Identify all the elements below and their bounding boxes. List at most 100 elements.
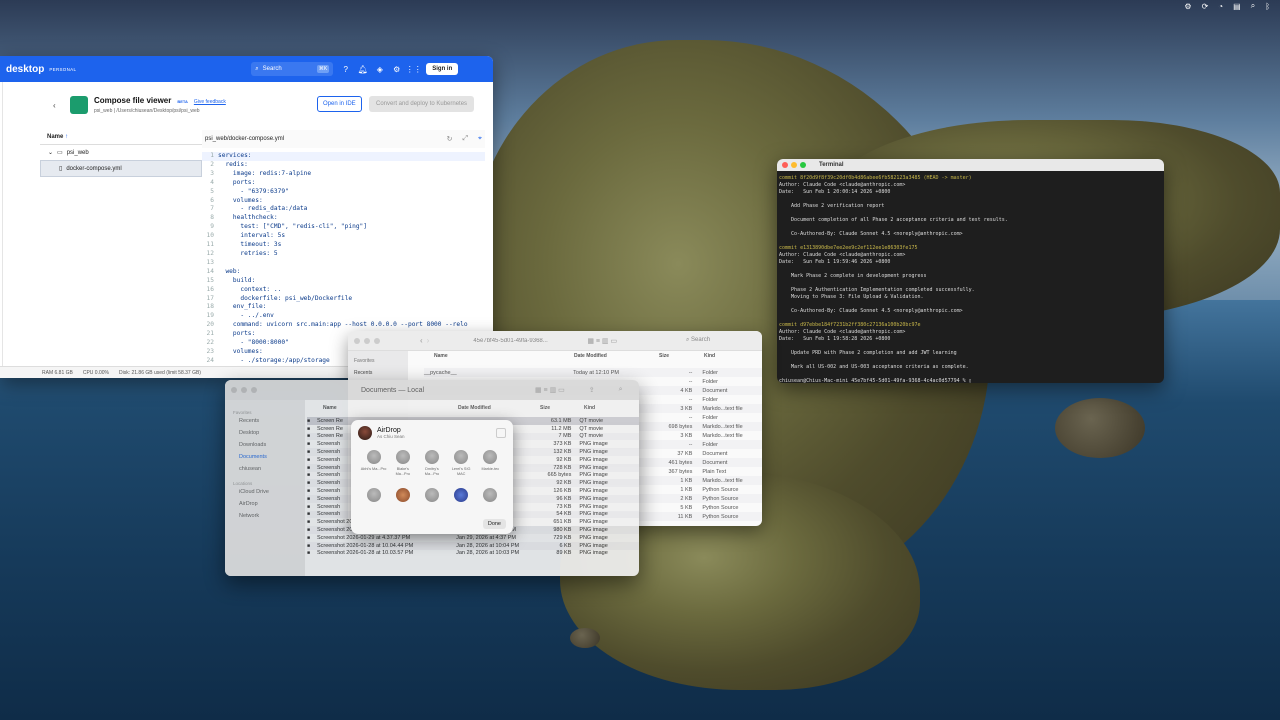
chevron-down-icon: ⌄ (48, 150, 54, 156)
list-item[interactable]: ■ Screenshot 2026-01-29 at 4.37.37 PM Jan … (307, 534, 639, 542)
file-kind: QT movie (579, 417, 604, 424)
col-name[interactable]: Name (434, 353, 574, 359)
share-icon[interactable]: ⇪ (589, 386, 595, 394)
expand-icon[interactable]: ⤢ (462, 135, 468, 143)
terminal-output[interactable]: commit 8f20d9f8f39c20df0b4d86abee6fb5821… (777, 171, 1164, 383)
sidebar-item-recents[interactable]: Recents (233, 415, 297, 427)
view-icons-icon[interactable]: ▦ ≡ ▥ ▭ (535, 386, 565, 394)
location-icon[interactable]: ⌖ (478, 135, 482, 143)
sidebar-item-documents[interactable]: Documents (233, 451, 297, 463)
back-arrow-icon[interactable]: ‹ (53, 101, 56, 110)
sidebar-item-network[interactable]: Network (233, 510, 297, 522)
open-in-ide-button[interactable]: Open in IDE (317, 96, 362, 112)
code-text: interval: 5s (218, 232, 286, 240)
airdrop-device[interactable]: Markie-tec (477, 450, 503, 476)
tree-file[interactable]: ▯ docker-compose.yml (40, 160, 202, 177)
device-avatar[interactable] (395, 488, 410, 502)
file-icon: ■ (307, 550, 311, 557)
terminal-line: Update PRD with Phase 2 completion and a… (779, 350, 957, 356)
airdrop-device[interactable]: Blake's Ma...Pro (390, 450, 416, 476)
zoom-button[interactable] (374, 337, 380, 344)
bluetooth-icon[interactable]: ᛒ (1265, 2, 1270, 11)
terminal-line: Mark all US-002 and US-003 acceptance cr… (779, 364, 969, 370)
line-number: 14 (206, 267, 214, 275)
terminal-window[interactable]: Terminal commit 8f20d9f8f39c20df0b4d86ab… (777, 159, 1164, 383)
close-button[interactable] (354, 337, 360, 344)
col-size[interactable]: Size (540, 405, 584, 411)
airdrop-device[interactable]: Lerel's SIG MAC (448, 450, 474, 476)
device-avatar[interactable] (483, 488, 498, 502)
sort-arrow-icon[interactable]: ↑ (65, 134, 68, 140)
file-kind: PNG image (579, 480, 608, 487)
extensions-icon[interactable]: ◈ (375, 65, 384, 74)
sidebar-item-airdrop[interactable]: AirDrop (233, 498, 297, 510)
col-kind[interactable]: Kind (584, 405, 595, 411)
sign-in-button[interactable]: Sign in (426, 63, 459, 75)
list-item[interactable]: ■ Screenshot 2026-01-28 at 10.04.44 PM Jan… (307, 541, 639, 550)
file-name: Screenshot 2026-01-28 at 10.04.44 PM (316, 542, 414, 549)
file-kind: Python Source (702, 486, 739, 493)
settings-gear-icon[interactable]: ⚙ (392, 65, 401, 74)
docker-desktop-window: desktop PERSONAL ⌕ Search ⌘K ? 🔔︎ ◈ ⚙ ⋮⋮… (0, 56, 493, 378)
tree-folder[interactable]: ⌄ ▭ psi_web (40, 145, 202, 160)
zoom-button[interactable] (251, 387, 257, 393)
give-feedback-link[interactable]: Give feedback (194, 99, 226, 105)
file-kind: Markdo...text file (702, 432, 743, 439)
col-size[interactable]: Size (659, 353, 704, 359)
search-icon[interactable]: ⌕ (619, 386, 623, 394)
file-size: 729 KB (553, 534, 572, 541)
rock-islet (1055, 398, 1145, 458)
deploy-kubernetes-button[interactable]: Convert and deploy to Kubernetes (369, 96, 475, 112)
control-center-icon[interactable]: ▤ (1233, 2, 1241, 11)
help-icon[interactable]: ? (341, 65, 350, 74)
sync-icon[interactable]: ⟳ (1202, 2, 1209, 11)
close-button[interactable] (231, 387, 237, 393)
device-avatar[interactable] (424, 488, 439, 502)
file-date: Jan 28, 2026 at 10:03 PM (456, 550, 520, 557)
view-icons-icon[interactable]: ▦ ≡ ▥ ▭ (587, 337, 617, 345)
forward-icon[interactable]: › (427, 336, 430, 345)
zoom-button[interactable] (800, 162, 806, 168)
sidebar-item-downloads[interactable]: Downloads (233, 439, 297, 451)
line-number: 18 (206, 303, 214, 311)
airdrop-device[interactable]: Dmitry's Ma...Pro (419, 450, 445, 476)
tree-header[interactable]: Name (47, 134, 63, 140)
done-button[interactable]: Done (482, 519, 506, 529)
refresh-icon[interactable]: ↻ (447, 135, 453, 143)
disk-usage: Disk: 21.86 GB used (limit 58.37 GB) (118, 369, 201, 376)
sidebar-item-recents[interactable]: Recents (354, 367, 402, 379)
col-kind[interactable]: Kind (704, 353, 715, 359)
sidebar-item-desktop[interactable]: Desktop (233, 427, 297, 439)
col-date[interactable]: Date Modified (574, 353, 659, 359)
sidebar-item-home[interactable]: chiusean (233, 463, 297, 475)
terminal-line: Author: Claude Code <claude@anthropic.co… (779, 329, 906, 335)
minimize-button[interactable] (791, 162, 797, 168)
airdrop-close-button[interactable] (496, 428, 506, 438)
file-size: 4 KB (680, 387, 693, 394)
back-icon[interactable]: ‹ (420, 336, 423, 345)
device-avatar[interactable] (366, 488, 381, 502)
file-size: 11 KB (677, 513, 693, 520)
apps-grid-icon[interactable]: ⋮⋮ (406, 65, 422, 74)
line-number: 7 (210, 205, 214, 213)
close-button[interactable] (782, 162, 788, 168)
list-item[interactable]: ■ Screenshot 2026-01-28 at 10.03.57 PM Jan… (307, 550, 639, 558)
wifi-icon[interactable]: ◔ (1218, 2, 1223, 11)
notifications-icon[interactable]: 🔔︎ (358, 65, 368, 74)
airdrop-device[interactable]: Abhi's Ma...Pro (361, 450, 387, 476)
finder-title: Documents — Local (361, 386, 425, 394)
gear-icon[interactable]: ⚙ (1184, 2, 1191, 11)
sidebar-item-icloud[interactable]: iCloud Drive (233, 486, 297, 498)
terminal-line: Author: Claude Code <claude@anthropic.co… (779, 252, 906, 258)
device-avatar[interactable] (454, 488, 469, 502)
search-icon[interactable]: ⌕ (1251, 1, 1255, 11)
search-input[interactable]: ⌕ Search ⌘K (251, 62, 334, 76)
file-size: 89 KB (556, 550, 572, 557)
minimize-button[interactable] (241, 387, 247, 393)
minimize-button[interactable] (364, 337, 370, 344)
col-name[interactable]: Name (323, 405, 458, 411)
list-item[interactable]: __pycache__ Today at 12:10 PM -- Folder (424, 368, 762, 377)
col-date[interactable]: Date Modified (458, 405, 540, 411)
finder-search[interactable]: ⌕ Search (686, 337, 756, 344)
